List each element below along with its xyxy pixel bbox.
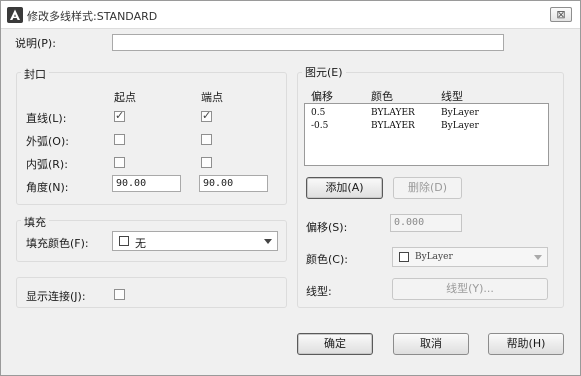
autocad-logo-icon [7,7,23,23]
element-color: BYLAYER [371,121,415,131]
multiline-style-dialog: 修改多线样式:STANDARD ⊠ 说明(P): 封口 起点 端点 直线(L):… [0,0,581,376]
fill-color-label: 填充颜色(F): [26,237,89,250]
cap-inner-arc-label: 内弧(R): [26,158,68,171]
fill-color-swatch-icon [119,236,129,246]
element-color-value: ByLayer [415,252,453,262]
display-joints-checkbox[interactable] [114,289,125,300]
elements-color-header: 颜色 [371,90,393,103]
ok-button[interactable]: 确定 [297,333,373,355]
fill-color-select[interactable]: 无 [112,231,278,251]
elements-group-title: 图元(E) [302,64,346,80]
elements-linetype-header: 线型 [441,90,463,103]
caps-group-title: 封口 [21,66,49,82]
cap-outer-arc-label: 外弧(O): [26,135,69,148]
cap-inner-arc-start-checkbox[interactable] [114,157,125,168]
element-color-swatch-icon [399,252,409,262]
caps-end-header: 端点 [201,91,223,104]
cap-angle-end-input[interactable]: 90.00 [199,175,268,192]
window-title: 修改多线样式:STANDARD [27,10,158,23]
cap-angle-label: 角度(N): [26,181,69,194]
element-linetype: ByLayer [441,121,479,131]
delete-element-button[interactable]: 删除(D) [393,177,462,199]
element-linetype: ByLayer [441,108,479,118]
cap-line-label: 直线(L): [26,112,67,125]
cap-outer-arc-end-checkbox[interactable] [201,134,212,145]
fill-group-title: 填充 [21,214,49,230]
cap-outer-arc-start-checkbox[interactable] [114,134,125,145]
cap-line-end-checkbox[interactable] [201,109,212,122]
chevron-down-icon [264,239,272,244]
add-element-button[interactable]: 添加(A) [306,177,383,199]
element-color: BYLAYER [371,108,415,118]
description-input[interactable] [112,34,504,51]
element-offset-label: 偏移(S): [306,221,348,234]
element-offset-input[interactable]: 0.000 [390,214,462,232]
element-color-label: 颜色(C): [306,253,348,266]
elements-list[interactable]: 0.5 BYLAYER ByLayer -0.5 BYLAYER ByLayer [304,103,549,166]
close-icon: ⊠ [556,8,566,21]
help-button[interactable]: 帮助(H) [488,333,564,355]
fill-color-value: 无 [135,237,146,250]
element-linetype-button[interactable]: 线型(Y)... [392,278,548,300]
element-offset: -0.5 [311,121,329,131]
cancel-button[interactable]: 取消 [393,333,469,355]
description-label: 说明(P): [15,37,56,50]
elements-offset-header: 偏移 [311,90,333,103]
element-linetype-label: 线型: [306,285,332,298]
element-color-select[interactable]: ByLayer [392,247,548,267]
cap-angle-start-input[interactable]: 90.00 [112,175,181,192]
element-offset: 0.5 [311,108,326,118]
cap-line-start-checkbox[interactable] [114,109,125,122]
chevron-down-icon [534,255,542,260]
display-joints-label: 显示连接(J): [26,290,86,303]
title-bar: 修改多线样式:STANDARD ⊠ [1,1,580,29]
close-button[interactable]: ⊠ [550,7,572,22]
cap-inner-arc-end-checkbox[interactable] [201,157,212,168]
caps-start-header: 起点 [114,91,136,104]
